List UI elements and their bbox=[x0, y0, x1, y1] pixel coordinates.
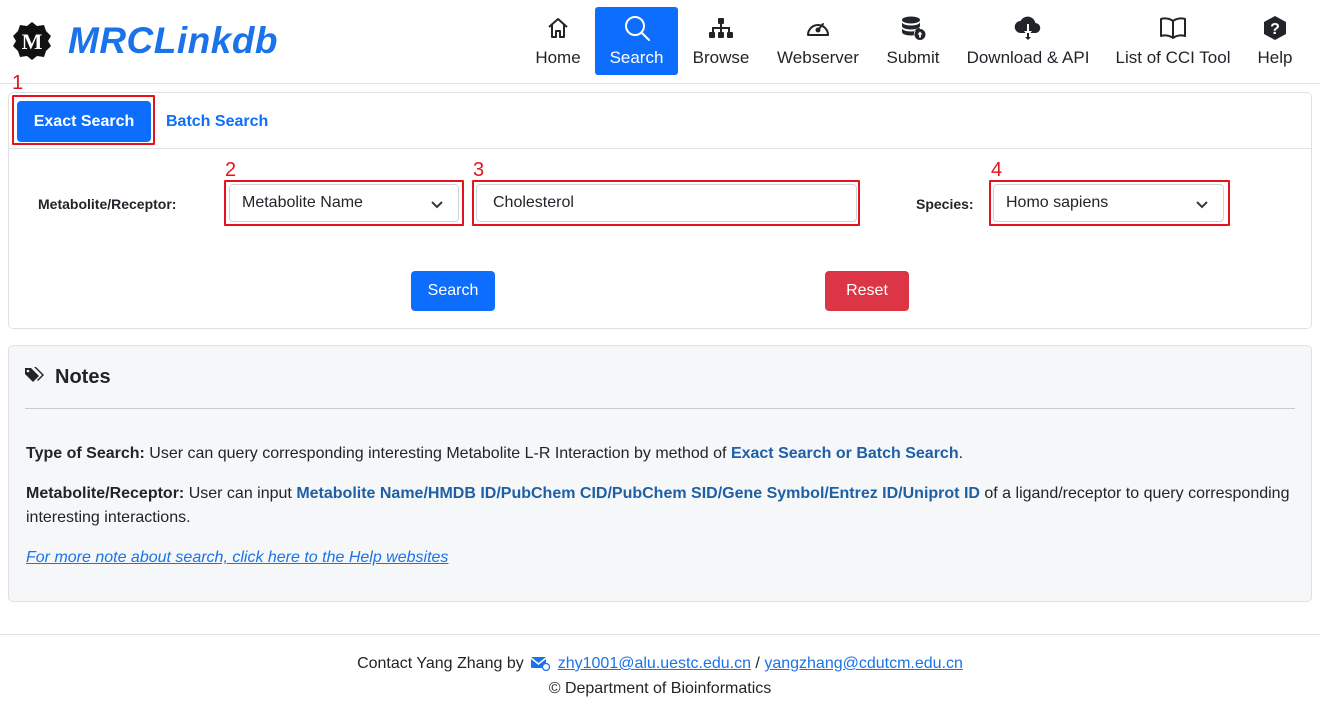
footer-email-2[interactable]: yangzhang@cdutcm.edu.cn bbox=[764, 655, 963, 672]
note-type-label: Type of Search: bbox=[26, 445, 145, 462]
nav-webserver[interactable]: Webserver bbox=[770, 7, 866, 75]
footer-separator: / bbox=[750, 655, 765, 672]
nav-download-api-label: Download & API bbox=[966, 48, 1090, 67]
cloud-download-icon bbox=[1014, 15, 1042, 41]
speedometer-icon bbox=[805, 15, 831, 41]
reset-button[interactable]: Reset bbox=[825, 271, 909, 311]
annotation-box-2 bbox=[224, 180, 464, 226]
metabolite-receptor-label: Metabolite/Receptor: bbox=[38, 196, 177, 212]
annotation-number-2: 2 bbox=[225, 159, 237, 181]
tags-icon bbox=[25, 367, 45, 388]
top-header: M MRCLinkdb Home Search Browse Webserver… bbox=[0, 0, 1320, 84]
book-icon bbox=[1159, 15, 1187, 41]
notes-header: Notes bbox=[25, 366, 111, 389]
search-icon bbox=[623, 15, 651, 41]
nav-help-label: Help bbox=[1257, 48, 1293, 67]
note-meta-text: User can input bbox=[184, 485, 297, 502]
note-type-text: User can query corresponding interesting… bbox=[144, 445, 731, 462]
nav-download-api[interactable]: Download & API bbox=[962, 7, 1094, 75]
annotation-box-3 bbox=[472, 180, 860, 226]
annotation-box-1 bbox=[12, 95, 155, 145]
search-button[interactable]: Search bbox=[411, 271, 495, 311]
tab-batch-search[interactable]: Batch Search bbox=[166, 101, 268, 142]
nav-cci-tools[interactable]: List of CCI Tool bbox=[1110, 7, 1236, 75]
search-tabs: Exact Search Batch Search bbox=[9, 93, 1311, 149]
nav-cci-tools-label: List of CCI Tool bbox=[1115, 48, 1231, 67]
nav-home[interactable]: Home bbox=[527, 7, 589, 75]
mail-icon bbox=[530, 655, 550, 676]
nav-search[interactable]: Search bbox=[595, 7, 678, 75]
note-meta-highlight: Metabolite Name/HMDB ID/PubChem CID/PubC… bbox=[296, 485, 980, 502]
page-footer: Contact Yang Zhang by zhy1001@alu.uestc.e… bbox=[0, 634, 1320, 704]
footer-contact: Contact Yang Zhang by zhy1001@alu.uestc.e… bbox=[0, 655, 1320, 676]
question-icon: ? bbox=[1262, 15, 1288, 41]
nav-help[interactable]: ? Help bbox=[1250, 7, 1300, 75]
note-type-end: . bbox=[958, 445, 964, 462]
footer-contact-text: Contact Yang Zhang by bbox=[357, 655, 524, 672]
annotation-number-3: 3 bbox=[473, 159, 485, 181]
main-nav: Home Search Browse Webserver Submit Down… bbox=[0, 7, 1320, 75]
sitemap-icon bbox=[708, 15, 734, 41]
nav-search-label: Search bbox=[609, 48, 664, 67]
note-metabolite-receptor: Metabolite/Receptor: User can input Meta… bbox=[26, 482, 1296, 530]
note-meta-label: Metabolite/Receptor: bbox=[26, 485, 185, 502]
nav-webserver-label: Webserver bbox=[777, 48, 859, 67]
annotation-number-1: 1 bbox=[12, 72, 24, 94]
nav-browse-label: Browse bbox=[692, 48, 750, 67]
notes-title: Notes bbox=[55, 366, 111, 388]
note-type-of-search: Type of Search: User can query correspon… bbox=[26, 442, 1296, 466]
notes-divider bbox=[25, 408, 1295, 409]
nav-submit[interactable]: Submit bbox=[879, 7, 947, 75]
note-type-highlight: Exact Search or Batch Search bbox=[730, 445, 959, 462]
footer-email-1[interactable]: zhy1001@alu.uestc.edu.cn bbox=[558, 655, 751, 672]
nav-home-label: Home bbox=[535, 48, 581, 67]
svg-text:?: ? bbox=[1270, 21, 1280, 38]
help-website-link[interactable]: For more note about search, click here t… bbox=[26, 549, 448, 567]
nav-submit-label: Submit bbox=[886, 48, 940, 67]
database-upload-icon bbox=[900, 15, 926, 41]
nav-browse[interactable]: Browse bbox=[686, 7, 756, 75]
annotation-number-4: 4 bbox=[991, 159, 1003, 181]
species-label: Species: bbox=[916, 196, 974, 212]
home-icon bbox=[546, 15, 570, 41]
annotation-box-4 bbox=[989, 180, 1230, 226]
footer-copyright: © Department of Bioinformatics bbox=[548, 680, 772, 697]
notes-panel: Notes Type of Search: User can query cor… bbox=[8, 345, 1312, 602]
